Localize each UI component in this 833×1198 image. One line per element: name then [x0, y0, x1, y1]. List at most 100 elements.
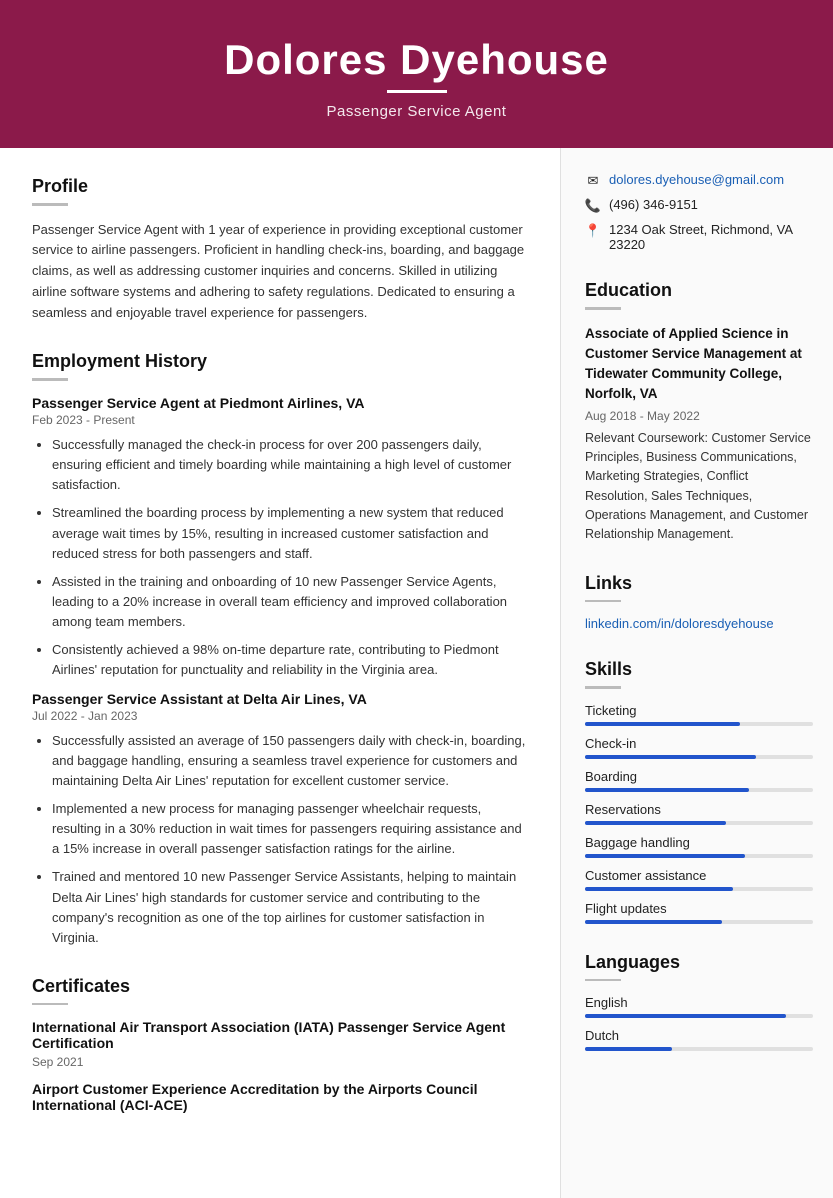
- edu-1: Associate of Applied Science in Customer…: [585, 324, 813, 545]
- skill-flight-updates-bar-fill: [585, 920, 722, 924]
- certificates-divider: [32, 1003, 68, 1006]
- cert-1: International Air Transport Association …: [32, 1019, 528, 1069]
- skill-checkin-bar-fill: [585, 755, 756, 759]
- skill-boarding-label: Boarding: [585, 769, 813, 784]
- job-1-bullet-3: Assisted in the training and onboarding …: [52, 572, 528, 632]
- employment-title: Employment History: [32, 351, 528, 372]
- skill-ticketing-bar-bg: [585, 722, 813, 726]
- job-2-bullets: Successfully assisted an average of 150 …: [32, 731, 528, 948]
- cert-2-title: Airport Customer Experience Accreditatio…: [32, 1081, 528, 1113]
- lang-dutch-label: Dutch: [585, 1028, 813, 1043]
- cert-2: Airport Customer Experience Accreditatio…: [32, 1081, 528, 1113]
- cert-1-title: International Air Transport Association …: [32, 1019, 528, 1051]
- employment-divider: [32, 378, 68, 381]
- contact-phone: (496) 346-9151: [609, 197, 698, 212]
- skill-checkin-bar-bg: [585, 755, 813, 759]
- languages-section: Languages English Dutch: [585, 952, 813, 1052]
- employment-section: Employment History Passenger Service Age…: [32, 351, 528, 947]
- lang-dutch: Dutch: [585, 1028, 813, 1051]
- skill-flight-updates: Flight updates: [585, 901, 813, 924]
- skill-checkin-label: Check-in: [585, 736, 813, 751]
- skill-ticketing-label: Ticketing: [585, 703, 813, 718]
- certificates-section: Certificates International Air Transport…: [32, 976, 528, 1114]
- contact-email-row: ✉ dolores.dyehouse@gmail.com: [585, 172, 813, 189]
- job-1-bullet-4: Consistently achieved a 98% on-time depa…: [52, 640, 528, 680]
- skill-customer-assistance-label: Customer assistance: [585, 868, 813, 883]
- contact-email[interactable]: dolores.dyehouse@gmail.com: [609, 172, 784, 187]
- header: Dolores Dyehouse Passenger Service Agent: [0, 0, 833, 148]
- education-title: Education: [585, 280, 813, 301]
- lang-english: English: [585, 995, 813, 1018]
- profile-section: Profile Passenger Service Agent with 1 y…: [32, 176, 528, 323]
- skill-boarding: Boarding: [585, 769, 813, 792]
- skill-flight-updates-bar-bg: [585, 920, 813, 924]
- links-section: Links linkedin.com/in/doloresdyehouse: [585, 573, 813, 632]
- link-1: linkedin.com/in/doloresdyehouse: [585, 616, 813, 631]
- job-2-bullet-2: Implemented a new process for managing p…: [52, 799, 528, 859]
- links-title: Links: [585, 573, 813, 594]
- job-2-dates: Jul 2022 - Jan 2023: [32, 709, 528, 723]
- job-1-bullets: Successfully managed the check-in proces…: [32, 435, 528, 681]
- job-1: Passenger Service Agent at Piedmont Airl…: [32, 395, 528, 681]
- left-column: Profile Passenger Service Agent with 1 y…: [0, 148, 561, 1198]
- contact-phone-row: 📞 (496) 346-9151: [585, 197, 813, 214]
- candidate-name: Dolores Dyehouse: [20, 36, 813, 84]
- skills-divider: [585, 686, 621, 689]
- edu-1-dates: Aug 2018 - May 2022: [585, 409, 813, 423]
- job-2-bullet-1: Successfully assisted an average of 150 …: [52, 731, 528, 791]
- edu-1-coursework: Relevant Coursework: Customer Service Pr…: [585, 429, 813, 545]
- skill-reservations: Reservations: [585, 802, 813, 825]
- job-1-bullet-2: Streamlined the boarding process by impl…: [52, 503, 528, 563]
- lang-dutch-bar-bg: [585, 1047, 813, 1051]
- skill-reservations-bar-bg: [585, 821, 813, 825]
- skill-checkin: Check-in: [585, 736, 813, 759]
- job-1-bullet-1: Successfully managed the check-in proces…: [52, 435, 528, 495]
- cert-1-date: Sep 2021: [32, 1055, 528, 1069]
- skills-title: Skills: [585, 659, 813, 680]
- skill-boarding-bar-fill: [585, 788, 749, 792]
- skills-section: Skills Ticketing Check-in Boarding: [585, 659, 813, 924]
- job-2-title: Passenger Service Assistant at Delta Air…: [32, 691, 528, 707]
- job-2-bullet-3: Trained and mentored 10 new Passenger Se…: [52, 867, 528, 948]
- links-divider: [585, 600, 621, 603]
- education-divider: [585, 307, 621, 310]
- skill-customer-assistance-bar-bg: [585, 887, 813, 891]
- skill-customer-assistance: Customer assistance: [585, 868, 813, 891]
- lang-english-bar-bg: [585, 1014, 813, 1018]
- link-1-label[interactable]: linkedin.com/in/doloresdyehouse: [585, 616, 774, 631]
- lang-english-label: English: [585, 995, 813, 1010]
- skill-flight-updates-label: Flight updates: [585, 901, 813, 916]
- skill-customer-assistance-bar-fill: [585, 887, 733, 891]
- languages-divider: [585, 979, 621, 982]
- candidate-title: Passenger Service Agent: [20, 103, 813, 120]
- job-1-title: Passenger Service Agent at Piedmont Airl…: [32, 395, 528, 411]
- skill-ticketing-bar-fill: [585, 722, 740, 726]
- job-2: Passenger Service Assistant at Delta Air…: [32, 691, 528, 948]
- skill-boarding-bar-bg: [585, 788, 813, 792]
- skill-ticketing: Ticketing: [585, 703, 813, 726]
- skill-baggage: Baggage handling: [585, 835, 813, 858]
- main-content: Profile Passenger Service Agent with 1 y…: [0, 148, 833, 1198]
- resume-wrapper: Dolores Dyehouse Passenger Service Agent…: [0, 0, 833, 1198]
- profile-divider: [32, 203, 68, 206]
- skill-baggage-bar-fill: [585, 854, 745, 858]
- job-1-dates: Feb 2023 - Present: [32, 413, 528, 427]
- languages-title: Languages: [585, 952, 813, 973]
- right-column: ✉ dolores.dyehouse@gmail.com 📞 (496) 346…: [561, 148, 833, 1198]
- phone-icon: 📞: [585, 198, 601, 214]
- email-icon: ✉: [585, 173, 601, 189]
- lang-dutch-bar-fill: [585, 1047, 672, 1051]
- location-icon: 📍: [585, 223, 601, 239]
- skill-baggage-bar-bg: [585, 854, 813, 858]
- certificates-title: Certificates: [32, 976, 528, 997]
- contact-address-row: 📍 1234 Oak Street, Richmond, VA 23220: [585, 222, 813, 252]
- education-section: Education Associate of Applied Science i…: [585, 280, 813, 545]
- edu-1-title: Associate of Applied Science in Customer…: [585, 324, 813, 405]
- skill-reservations-label: Reservations: [585, 802, 813, 817]
- profile-text: Passenger Service Agent with 1 year of e…: [32, 220, 528, 324]
- profile-title: Profile: [32, 176, 528, 197]
- contact-section: ✉ dolores.dyehouse@gmail.com 📞 (496) 346…: [585, 172, 813, 252]
- contact-address: 1234 Oak Street, Richmond, VA 23220: [609, 222, 813, 252]
- lang-english-bar-fill: [585, 1014, 786, 1018]
- header-underline: [387, 90, 447, 93]
